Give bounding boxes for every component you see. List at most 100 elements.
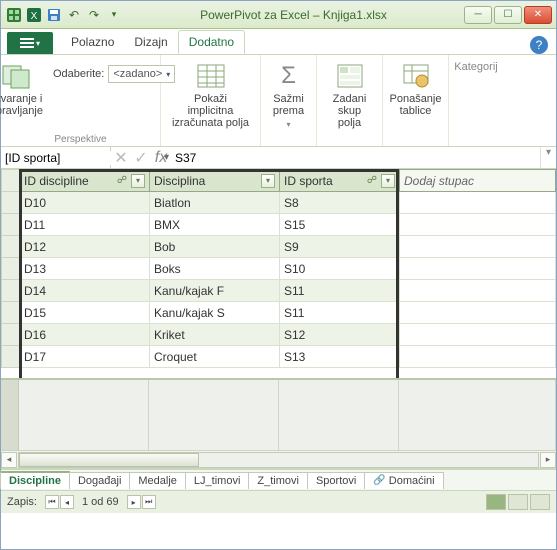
sheet-tab-discipline[interactable]: Discipline xyxy=(0,471,70,489)
cell[interactable]: S9 xyxy=(280,236,400,258)
table-row[interactable]: D15Kanu/kajak SS11 xyxy=(2,302,556,324)
next-record-icon[interactable]: ▸ xyxy=(127,495,141,509)
cell[interactable] xyxy=(400,280,556,302)
table-row[interactable]: D14Kanu/kajak FS11 xyxy=(2,280,556,302)
cell[interactable] xyxy=(400,192,556,214)
cell[interactable]: Kanu/kajak S xyxy=(150,302,280,324)
filter-button[interactable]: ▾ xyxy=(381,174,395,188)
cell[interactable]: S15 xyxy=(280,214,400,236)
tab-dizajn[interactable]: Dizajn xyxy=(124,30,177,54)
cell[interactable]: S11 xyxy=(280,280,400,302)
row-header[interactable] xyxy=(2,192,20,214)
cell[interactable]: D15 xyxy=(20,302,150,324)
cell[interactable]: D13 xyxy=(20,258,150,280)
sheet-tab-događaji[interactable]: Događaji xyxy=(69,472,130,489)
view-switcher[interactable] xyxy=(486,494,550,510)
row-header[interactable] xyxy=(2,324,20,346)
table-row[interactable]: D17CroquetS13 xyxy=(2,346,556,368)
cell[interactable]: D17 xyxy=(20,346,150,368)
cell[interactable]: D11 xyxy=(20,214,150,236)
sheet-tab-lj_timovi[interactable]: LJ_timovi xyxy=(185,472,249,489)
cell[interactable]: D14 xyxy=(20,280,150,302)
minimize-button[interactable]: ─ xyxy=(464,6,492,24)
filter-button[interactable]: ▾ xyxy=(261,174,275,188)
scroll-track[interactable] xyxy=(18,452,539,468)
data-view-button[interactable] xyxy=(486,494,506,510)
data-grid[interactable]: ID discipline ☍ ▾ Disciplina ▾ xyxy=(1,169,556,368)
last-record-icon[interactable]: ⏭ xyxy=(142,495,156,509)
diagram-view-button[interactable] xyxy=(508,494,528,510)
cell[interactable] xyxy=(400,214,556,236)
select-all-corner[interactable] xyxy=(2,170,20,192)
table-row[interactable]: D11BMXS15 xyxy=(2,214,556,236)
row-header[interactable] xyxy=(2,280,20,302)
table-behavior-button[interactable]: Ponašanje tablice xyxy=(386,59,446,119)
accept-formula-icon[interactable]: ✓ xyxy=(131,148,151,168)
table-row[interactable]: D13BoksS10 xyxy=(2,258,556,280)
cell[interactable]: S13 xyxy=(280,346,400,368)
cell[interactable] xyxy=(400,258,556,280)
fx-icon[interactable]: fx xyxy=(151,149,171,167)
cell[interactable]: Kanu/kajak F xyxy=(150,280,280,302)
default-field-set-button[interactable]: Zadani skup polja xyxy=(323,59,376,131)
cell[interactable]: D12 xyxy=(20,236,150,258)
cell[interactable]: Kriket xyxy=(150,324,280,346)
cell[interactable]: Biatlon xyxy=(150,192,280,214)
sheet-tab-z_timovi[interactable]: Z_timovi xyxy=(248,472,308,489)
sheet-tab-domaćini[interactable]: 🔗Domaćini xyxy=(364,472,443,489)
table-row[interactable]: D12BobS9 xyxy=(2,236,556,258)
sheet-tab-medalje[interactable]: Medalje xyxy=(129,472,186,489)
cell[interactable]: Bob xyxy=(150,236,280,258)
cell[interactable] xyxy=(400,302,556,324)
record-navigator[interactable]: ⏮ ◂ xyxy=(45,495,74,509)
scroll-left-icon[interactable]: ◂ xyxy=(1,452,17,468)
cell[interactable]: S10 xyxy=(280,258,400,280)
first-record-icon[interactable]: ⏮ xyxy=(45,495,59,509)
cell[interactable] xyxy=(400,346,556,368)
horizontal-scrollbar[interactable]: ◂ ▸ xyxy=(1,450,556,468)
cancel-formula-icon[interactable]: ✕ xyxy=(111,148,131,168)
tab-dodatno[interactable]: Dodatno xyxy=(178,30,245,54)
cell[interactable]: Boks xyxy=(150,258,280,280)
sheet-tab-sportovi[interactable]: Sportovi xyxy=(307,472,365,489)
tab-polazno[interactable]: Polazno xyxy=(61,30,124,54)
name-box[interactable]: ▾ xyxy=(1,147,111,168)
cell[interactable]: BMX xyxy=(150,214,280,236)
scroll-thumb[interactable] xyxy=(19,453,199,467)
calculation-area[interactable] xyxy=(1,378,556,450)
filter-button[interactable]: ▾ xyxy=(131,174,145,188)
save-icon[interactable] xyxy=(45,6,63,24)
data-category-button[interactable]: Kategorij xyxy=(450,59,501,75)
scroll-right-icon[interactable]: ▸ xyxy=(540,452,556,468)
row-header[interactable] xyxy=(2,302,20,324)
cell[interactable]: S12 xyxy=(280,324,400,346)
help-icon[interactable]: ? xyxy=(530,36,548,54)
undo-icon[interactable]: ↶ xyxy=(65,6,83,24)
cell[interactable]: Croquet xyxy=(150,346,280,368)
cell[interactable]: D16 xyxy=(20,324,150,346)
create-manage-button[interactable]: Stvaranje i upravljanje xyxy=(0,59,47,119)
column-header-id-discipline[interactable]: ID discipline ☍ ▾ xyxy=(20,170,150,192)
row-header[interactable] xyxy=(2,236,20,258)
formula-input[interactable] xyxy=(171,151,540,165)
cell[interactable] xyxy=(400,324,556,346)
file-tab[interactable]: ▾ xyxy=(7,32,53,54)
summarize-by-button[interactable]: Σ Sažmi prema ▾ xyxy=(267,59,310,133)
prev-record-icon[interactable]: ◂ xyxy=(60,495,74,509)
expand-formula-icon[interactable]: ▾ xyxy=(540,147,556,168)
column-header-disciplina[interactable]: Disciplina ▾ xyxy=(150,170,280,192)
add-column-header[interactable]: Dodaj stupac xyxy=(400,170,556,192)
redo-icon[interactable]: ↷ xyxy=(85,6,103,24)
table-row[interactable]: D16KriketS12 xyxy=(2,324,556,346)
row-header[interactable] xyxy=(2,258,20,280)
maximize-button[interactable]: ☐ xyxy=(494,6,522,24)
close-button[interactable]: ✕ xyxy=(524,6,552,24)
row-header[interactable] xyxy=(2,346,20,368)
calc-area-toggle-button[interactable] xyxy=(530,494,550,510)
qat-more-icon[interactable]: ▾ xyxy=(105,6,123,24)
column-header-id-sporta[interactable]: ID sporta ☍ ▾ xyxy=(280,170,400,192)
cell[interactable]: S11 xyxy=(280,302,400,324)
row-header[interactable] xyxy=(2,214,20,236)
cell[interactable]: D10 xyxy=(20,192,150,214)
show-implicit-button[interactable]: Pokaži implicitna izračunata polja xyxy=(167,59,254,131)
